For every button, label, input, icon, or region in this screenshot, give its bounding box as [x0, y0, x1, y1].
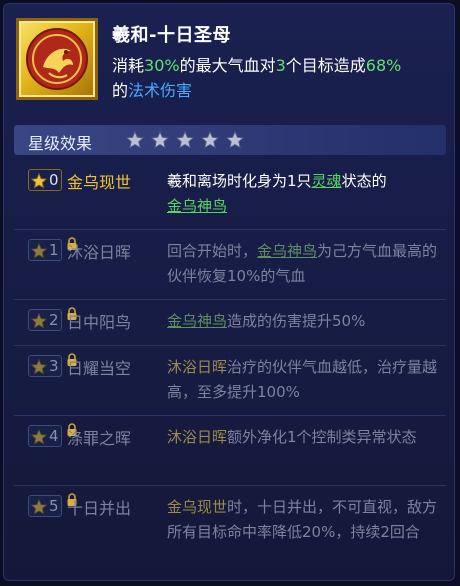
keyword-link[interactable]: 金乌神鸟 [257, 242, 317, 260]
section-title: 星级效果 [28, 134, 93, 153]
star-icon [31, 173, 47, 189]
keyword-ref: 金乌现世 [167, 498, 228, 516]
effect-name: 十日并出 [67, 499, 132, 518]
effect-description: 金乌现世时，十日并出，不可直视，敌方所有目标命中率降低20%，持续2回合 [167, 498, 438, 541]
effect-description: 回合开始时，金乌神鸟为己方气血最高的伙伴恢复10%的气血 [167, 242, 438, 285]
effect-name: 涤罪之晖 [67, 429, 132, 448]
star-effect-row-5[interactable]: 5 十日并出 金乌现世时，十日并出，不可直视，敌方所有目标命中率降低20%，持续… [14, 485, 446, 577]
keyword-ref: 沐浴日晖 [167, 358, 228, 376]
star-level-badge: 0 [28, 169, 62, 191]
star-icon [31, 429, 47, 445]
star-icon [31, 499, 47, 515]
star-icon [150, 130, 170, 149]
star-effects-header: 星级效果 [14, 125, 446, 155]
effect-description: 沐浴日晖额外净化1个控制类异常状态 [167, 428, 417, 446]
star-level-badge: 1 [28, 237, 77, 261]
keyword-link[interactable]: 灵魂 [312, 172, 342, 190]
star-level-badge: 3 [28, 353, 77, 377]
star-icon [125, 130, 145, 149]
effect-description: 羲和离场时化身为1只灵魂状态的 金乌神鸟 [167, 172, 387, 215]
star-icon [226, 130, 245, 149]
star-level-badge: 2 [28, 307, 77, 331]
star-icon [201, 130, 220, 149]
keyword-link[interactable]: 金乌神鸟 [167, 312, 227, 330]
skill-tooltip-panel: 羲和-十日圣母 消耗30%的最大气血对3个目标造成68% 的法术伤害 星级效果 0… [3, 3, 455, 581]
star-icon [31, 359, 47, 375]
effect-name: 金乌现世 [67, 173, 132, 192]
effect-description: 沐浴日晖治疗的伙伴气血越低，治疗量越高，至多提升100% [167, 358, 438, 401]
keyword-link[interactable]: 金乌神鸟 [167, 197, 227, 215]
skill-description: 消耗30%的最大气血对3个目标造成68% 的法术伤害 [112, 56, 402, 100]
star-effect-row-0[interactable]: 0 金乌现世 羲和离场时化身为1只灵魂状态的 金乌神鸟 [14, 159, 446, 230]
star-rating [125, 130, 246, 149]
star-effect-row-3[interactable]: 3 日耀当空 沐浴日晖治疗的伙伴气血越低，治疗量越高，至多提升100% [14, 345, 446, 416]
skill-header: 羲和-十日圣母 消耗30%的最大气血对3个目标造成68% 的法术伤害 [4, 4, 454, 122]
star-icon [176, 130, 195, 149]
skill-title: 羲和-十日圣母 [112, 25, 231, 46]
star-effect-row-4[interactable]: 4 涤罪之晖 沐浴日晖额外净化1个控制类异常状态 [14, 415, 446, 486]
keyword-ref: 沐浴日晖 [167, 428, 228, 446]
star-icon [31, 313, 47, 329]
effect-description: 金乌神鸟造成的伤害提升50% [167, 312, 366, 330]
phoenix-emblem-icon [16, 18, 98, 100]
star-effect-row-2[interactable]: 2 日中阳鸟 金乌神鸟造成的伤害提升50% [14, 299, 446, 346]
star-effect-row-1[interactable]: 1 沐浴日晖 回合开始时，金乌神鸟为己方气血最高的伙伴恢复10%的气血 [14, 229, 446, 300]
star-icon [31, 243, 47, 259]
effect-name: 日耀当空 [67, 359, 132, 378]
star-level-badge: 5 [28, 493, 77, 517]
effect-name: 日中阳鸟 [67, 313, 132, 332]
effect-name: 沐浴日晖 [67, 243, 132, 262]
star-level-badge: 4 [28, 423, 77, 447]
